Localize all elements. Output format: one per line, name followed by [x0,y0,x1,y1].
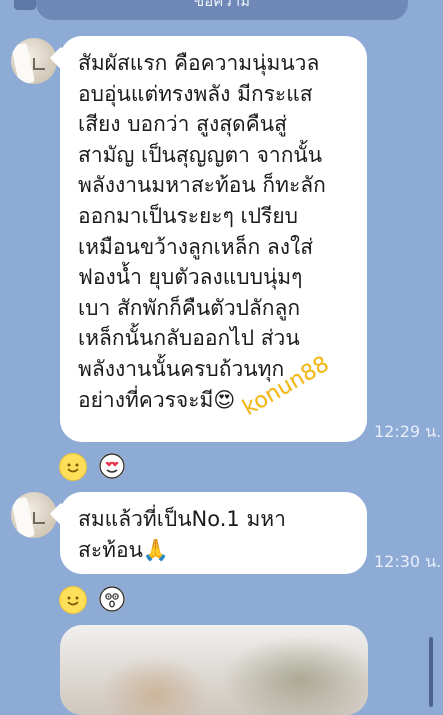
message-line: เสียง บอกว่า สูงสุดคืนสู่ [78,112,287,137]
pray-emoji: 🙏 [142,537,170,562]
avatar-mark [33,512,45,524]
message-line: สามัญ เป็นสุญญตา จากนั้น [78,142,323,167]
scrollbar[interactable] [429,637,433,707]
message-line-text: อย่างที่ควรจะมี [78,387,214,412]
message-line: อบอุ่นแต่ทรงพลัง มีกระแส [78,81,313,106]
message-text-1: สัมผัสแรก คือความนุ่มนวล อบอุ่นแต่ทรงพลั… [78,48,353,415]
photo-shading [220,635,368,715]
header-pill[interactable]: ข้อความ [36,0,408,20]
message-line: พลังงานมหาสะท้อน ก็ทะลัก [78,173,326,198]
photo-shading [100,655,210,715]
sender-avatar[interactable] [11,38,57,84]
header-title: ข้อความ [193,0,251,10]
image-message[interactable] [60,625,368,715]
message-time-2: 12:30 น. [374,552,442,571]
message-time-1: 12:29 น. [374,422,442,441]
message-line: เหมือนขว้างลูกเหล็ก ลงใส่ [78,234,314,259]
heart-eyes-icon[interactable] [99,453,125,479]
message-line: เหล็กนั้นกลับออกไป ส่วน [78,326,300,351]
message-line-text: สะท้อน [78,537,143,562]
message-bubble-1[interactable]: สัมผัสแรก คือความนุ่มนวล อบอุ่นแต่ทรงพลั… [49,36,367,442]
smile-icon[interactable] [59,453,87,481]
message-line: ฟองน้ำ ยุบตัวลงแบบนุ่มๆ [78,265,303,290]
avatar-mark [33,58,45,70]
message-line: พลังงานนั้นครบถ้วนทุก [78,356,285,381]
back-icon[interactable] [14,0,36,10]
message-text-2: สมแล้วที่เป็นNo.1 มหา สะท้อน🙏 [78,504,353,565]
message-line: ออกมาเป็นระยะๆ เปรียบ [78,203,298,228]
smile-icon[interactable] [59,586,87,614]
message-line: อย่างที่ควรจะมี😍 [78,385,353,416]
message-line: เบา สักพักก็คืนตัวปลักลูก [78,295,301,320]
message-line: สัมผัสแรก คือความนุ่มนวล [78,51,320,75]
wow-icon[interactable] [99,586,125,612]
message-line: สะท้อน🙏 [78,535,353,566]
message-line: สมแล้วที่เป็นNo.1 มหา [78,507,286,531]
message-bubble-2[interactable]: สมแล้วที่เป็นNo.1 มหา สะท้อน🙏 [49,492,367,574]
heart-eyes-emoji: 😍 [213,387,236,412]
